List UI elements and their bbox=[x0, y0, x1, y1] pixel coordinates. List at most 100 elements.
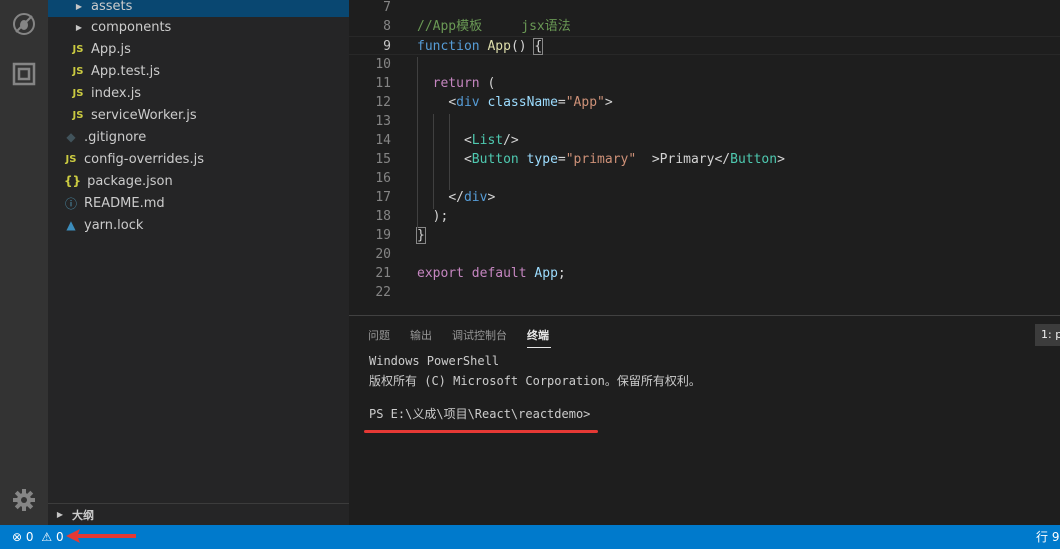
code-token: /> bbox=[503, 133, 519, 148]
info-file-icon: ⓘ bbox=[64, 196, 77, 211]
code-line: 9 function App() { bbox=[349, 36, 1060, 55]
tab-output[interactable]: 输出 bbox=[410, 327, 432, 343]
code-token: default bbox=[471, 266, 527, 281]
line-number: 16 bbox=[375, 171, 391, 186]
code-line: 7 bbox=[349, 0, 1060, 17]
code-token: Primary bbox=[659, 152, 715, 167]
terminal-select-dropdown[interactable]: 1: p bbox=[1035, 324, 1060, 346]
cursor-position[interactable]: 行 9 bbox=[1036, 525, 1059, 549]
chevron-right-icon: ▶ bbox=[75, 1, 83, 11]
tree-item-label: App.js bbox=[91, 41, 131, 57]
tree-item[interactable]: ▲ yarn.lock bbox=[48, 214, 349, 236]
tree-item-label: assets bbox=[91, 0, 133, 14]
tab-debug-console[interactable]: 调试控制台 bbox=[452, 327, 507, 343]
tree-item[interactable]: ◆ .gitignore bbox=[48, 126, 349, 148]
line-number: 12 bbox=[375, 95, 391, 110]
code-line: 16 bbox=[349, 169, 1060, 188]
code-token: return bbox=[432, 76, 480, 91]
tree-item-label: App.test.js bbox=[91, 63, 161, 79]
activity-bar bbox=[0, 0, 48, 525]
code-token: div bbox=[463, 190, 488, 205]
line-number: 21 bbox=[375, 266, 391, 281]
line-number: 22 bbox=[375, 285, 391, 300]
line-number: 14 bbox=[375, 133, 391, 148]
code-token: //App模板 jsx语法 bbox=[417, 19, 571, 34]
code-token: className bbox=[487, 95, 558, 110]
tree-item[interactable]: JS index.js bbox=[48, 82, 349, 104]
settings-gear-icon[interactable] bbox=[12, 488, 36, 512]
extensions-icon[interactable] bbox=[12, 62, 36, 86]
line-number: 17 bbox=[375, 190, 391, 205]
bottom-panel: 问题 输出 调试控制台 终端 1: p Windows PowerShell 版… bbox=[349, 315, 1060, 525]
code-line: 8 //App模板 jsx语法 bbox=[349, 17, 1060, 36]
code-token: App bbox=[534, 266, 558, 281]
line-number: 18 bbox=[375, 209, 391, 224]
code-text: } bbox=[416, 226, 426, 245]
line-number: 11 bbox=[375, 76, 391, 91]
code-token: ( bbox=[479, 76, 496, 91]
warning-icon: ⚠ bbox=[41, 530, 53, 544]
code-token: < bbox=[463, 152, 472, 167]
explorer-sidebar: ▶ assets ▶ components JS App.js JS App.test.js J… bbox=[48, 0, 349, 525]
js-file-icon: JS bbox=[72, 65, 84, 77]
error-icon: ⊗ bbox=[12, 530, 23, 544]
code-text: <div className="App"> bbox=[417, 93, 612, 112]
js-file-icon: JS bbox=[72, 43, 84, 55]
code-token: > bbox=[777, 152, 785, 167]
code-editor[interactable]: 7 8 //App模板 jsx语法 9 function App() { 10 11 ret… bbox=[349, 0, 1060, 315]
tree-item[interactable]: ▶ assets bbox=[48, 0, 349, 17]
code-token: } bbox=[416, 227, 426, 244]
code-text: //App模板 jsx语法 bbox=[417, 17, 571, 36]
code-line: 13 bbox=[349, 112, 1060, 131]
tree-item[interactable]: JS config-overrides.js bbox=[48, 148, 349, 170]
debug-icon[interactable] bbox=[12, 12, 36, 36]
annotation-arrow-icon bbox=[66, 529, 136, 543]
terminal-prompt[interactable]: PS E:\义成\项目\React\reactdemo> bbox=[369, 405, 590, 422]
line-number: 9 bbox=[383, 39, 391, 54]
js-file-icon: JS bbox=[65, 153, 77, 165]
line-number: 7 bbox=[383, 0, 391, 15]
tree-item[interactable]: JS serviceWorker.js bbox=[48, 104, 349, 126]
code-line: 21 export default App; bbox=[349, 264, 1060, 283]
line-number: 8 bbox=[383, 19, 391, 34]
chevron-right-icon: ▶ bbox=[75, 22, 83, 32]
code-token: { bbox=[533, 38, 544, 55]
tree-item[interactable]: JS App.test.js bbox=[48, 60, 349, 82]
code-token: = bbox=[557, 95, 566, 110]
yarn-file-icon: ▲ bbox=[66, 218, 76, 232]
js-file-icon: JS bbox=[72, 109, 84, 121]
code-token: export bbox=[417, 266, 464, 281]
tree-item-label: package.json bbox=[87, 173, 173, 189]
git-file-icon: ◆ bbox=[66, 130, 76, 144]
tree-item[interactable]: JS App.js bbox=[48, 38, 349, 60]
line-number: 19 bbox=[375, 228, 391, 243]
indent-guide bbox=[449, 114, 450, 190]
tree-item[interactable]: ⓘ README.md bbox=[48, 192, 349, 214]
code-line: 14 <List/> bbox=[349, 131, 1060, 150]
code-line: 19} bbox=[349, 226, 1060, 245]
code-token: type bbox=[526, 152, 558, 167]
code-token: </ bbox=[714, 152, 731, 167]
outline-section-header[interactable]: ▶ 大纲 bbox=[48, 503, 349, 525]
code-text: ); bbox=[417, 207, 449, 226]
tree-item[interactable]: {} package.json bbox=[48, 170, 349, 192]
terminal-line: Windows PowerShell bbox=[369, 354, 500, 368]
problems-status[interactable]: ⊗ 0 ⚠ 0 bbox=[12, 525, 64, 549]
indent-guide bbox=[433, 114, 434, 209]
tree-item[interactable]: ▶ components bbox=[48, 16, 349, 38]
code-text: export default App; bbox=[417, 264, 566, 283]
code-token: List bbox=[471, 133, 504, 148]
code-line: 12 <div className="App"> bbox=[349, 93, 1060, 112]
code-token: ; bbox=[557, 266, 566, 281]
code-text: function App() { bbox=[417, 37, 544, 56]
tree-item-label: serviceWorker.js bbox=[91, 107, 197, 123]
chevron-right-icon: ▶ bbox=[56, 510, 64, 519]
code-token: > bbox=[636, 152, 660, 167]
line-number: 10 bbox=[375, 57, 391, 72]
code-line: 18 ); bbox=[349, 207, 1060, 226]
tab-terminal[interactable]: 终端 bbox=[527, 327, 549, 343]
tab-problems[interactable]: 问题 bbox=[368, 327, 390, 343]
